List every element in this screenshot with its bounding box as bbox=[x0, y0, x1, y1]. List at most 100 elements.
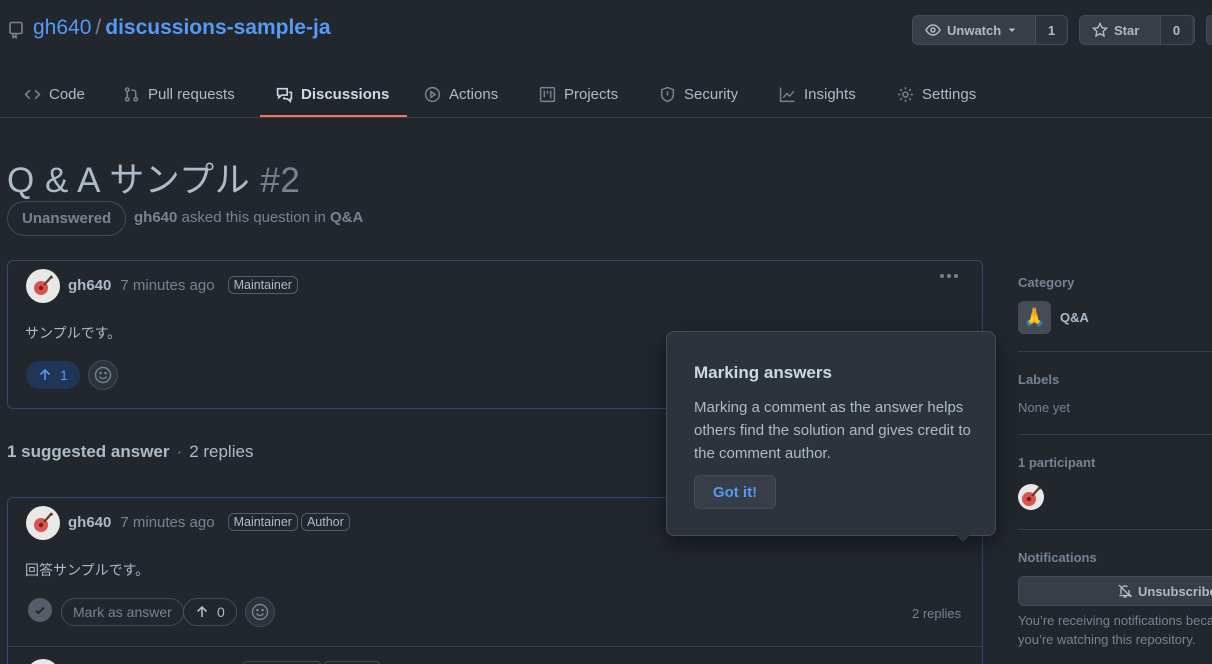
comment-discussion-icon bbox=[276, 87, 293, 103]
discussion-category-link[interactable]: Q&A bbox=[330, 209, 363, 226]
more-options-icon[interactable] bbox=[940, 274, 958, 278]
upvote-button[interactable]: 0 bbox=[183, 598, 237, 626]
watch-count[interactable]: 1 bbox=[1035, 16, 1067, 44]
popover-caret bbox=[955, 534, 971, 542]
guitar-avatar-icon bbox=[34, 512, 53, 532]
code-icon bbox=[24, 89, 41, 99]
comment-timestamp[interactable]: 7 minutes ago bbox=[120, 514, 214, 531]
shield-icon bbox=[660, 86, 675, 102]
sidebar-divider bbox=[1018, 434, 1212, 435]
comment-body: 回答サンプルです。 bbox=[25, 562, 150, 578]
comment-author[interactable]: gh640 bbox=[68, 514, 111, 531]
tab-label: Actions bbox=[449, 85, 499, 103]
add-reaction-button[interactable] bbox=[245, 597, 275, 627]
upvote-count: 1 bbox=[60, 367, 68, 383]
comment-timestamp[interactable]: 7 minutes ago bbox=[120, 277, 214, 294]
category-heading: Category bbox=[1018, 275, 1075, 290]
eye-icon bbox=[925, 24, 941, 36]
tab-label: Security bbox=[684, 85, 739, 103]
arrow-up-icon bbox=[196, 605, 208, 617]
labels-heading: Labels bbox=[1018, 372, 1060, 387]
unwatch-label: Unwatch bbox=[947, 22, 1002, 38]
asked-text: asked this question in bbox=[181, 209, 326, 226]
tab-settings[interactable]: Settings bbox=[897, 70, 976, 118]
maintainer-label: Maintainer bbox=[227, 513, 298, 531]
sidebar-divider bbox=[1018, 529, 1212, 530]
discussion-number: #2 bbox=[260, 161, 301, 200]
participants-heading: 1 participant bbox=[1018, 455, 1096, 470]
tab-label: Settings bbox=[922, 85, 977, 103]
replies-count: 2 replies bbox=[189, 442, 254, 461]
star-label: Star bbox=[1114, 22, 1140, 38]
tab-insights[interactable]: Insights bbox=[779, 70, 856, 118]
got-it-button[interactable]: Got it! bbox=[694, 475, 776, 509]
unsubscribe-label: Unsubscribe bbox=[1138, 583, 1212, 599]
avatar[interactable] bbox=[26, 269, 60, 303]
reply-avatar[interactable] bbox=[26, 659, 60, 664]
replies-link[interactable]: 2 replies bbox=[912, 606, 961, 621]
gear-icon bbox=[898, 86, 913, 102]
status-badge: Unanswered bbox=[7, 201, 127, 236]
mark-as-answer-button[interactable]: Mark as answer bbox=[61, 598, 184, 626]
labels-value: None yet bbox=[1018, 400, 1071, 415]
tab-label: Projects bbox=[564, 85, 619, 103]
guitar-avatar-icon bbox=[1022, 486, 1041, 506]
comment-body: サンプルです。 bbox=[25, 325, 122, 341]
tab-projects[interactable]: Projects bbox=[539, 70, 618, 118]
repo-name-link[interactable]: discussions-sample-ja bbox=[105, 16, 330, 39]
discussion-title: Q & A サンプル bbox=[7, 161, 251, 200]
maintainer-label: Maintainer bbox=[227, 276, 298, 294]
add-reaction-button[interactable] bbox=[88, 360, 118, 390]
pray-icon: 🙏 bbox=[1018, 301, 1051, 334]
author-label: Author bbox=[300, 513, 350, 531]
play-icon bbox=[424, 86, 441, 102]
popover-title: Marking answers bbox=[694, 363, 832, 382]
graph-icon bbox=[779, 87, 795, 102]
tab-code[interactable]: Code bbox=[24, 70, 85, 118]
answers-summary: 1 suggested answer · 2 replies bbox=[7, 442, 254, 461]
repo-icon bbox=[9, 21, 23, 39]
discussion-author-link[interactable]: gh640 bbox=[134, 209, 177, 226]
upvote-button[interactable]: 1 bbox=[26, 361, 80, 389]
upvote-count: 0 bbox=[217, 604, 225, 620]
repo-nav-tabs: Code Pull requests Discussions Actions P… bbox=[0, 70, 1212, 118]
tab-label: Pull requests bbox=[148, 85, 235, 103]
arrow-up-icon bbox=[39, 368, 51, 380]
tab-actions[interactable]: Actions bbox=[424, 70, 498, 118]
notification-note: You’re receiving notifications because y… bbox=[1018, 613, 1212, 647]
repo-breadcrumb: gh640/discussions-sample-ja bbox=[33, 16, 331, 40]
marking-answers-popover: Marking answers Marking a comment as the… bbox=[666, 331, 996, 536]
fork-button[interactable] bbox=[1206, 15, 1212, 45]
triangle-down-icon bbox=[1008, 28, 1016, 32]
avatar[interactable] bbox=[26, 506, 60, 540]
suggested-answer-count: 1 suggested answer bbox=[7, 442, 170, 461]
guitar-avatar-icon bbox=[34, 275, 53, 295]
popover-body: Marking a comment as the answer helps ot… bbox=[694, 399, 971, 462]
tab-label: Code bbox=[49, 85, 85, 103]
discussion-meta: gh640 asked this question in Q&A bbox=[134, 209, 363, 226]
tab-security[interactable]: Security bbox=[659, 70, 738, 118]
bell-slash-icon bbox=[1118, 584, 1133, 598]
smiley-icon bbox=[251, 603, 269, 621]
active-tab-underline bbox=[260, 115, 407, 117]
star-count[interactable]: 0 bbox=[1160, 16, 1192, 44]
tab-label: Discussions bbox=[301, 85, 390, 103]
smiley-icon bbox=[94, 366, 112, 384]
page-title: Q & A サンプル #2 bbox=[7, 152, 300, 203]
mark-answer-check-icon[interactable] bbox=[28, 598, 52, 622]
star-button[interactable]: Star 0 bbox=[1079, 15, 1195, 45]
category-name[interactable]: Q&A bbox=[1060, 310, 1089, 325]
unwatch-button[interactable]: Unwatch 1 bbox=[912, 15, 1068, 45]
notifications-heading: Notifications bbox=[1018, 550, 1097, 565]
mark-as-answer-label: Mark as answer bbox=[73, 604, 172, 620]
unsubscribe-button[interactable]: Unsubscribe bbox=[1018, 576, 1212, 606]
sidebar-divider bbox=[1018, 351, 1212, 352]
comment-author[interactable]: gh640 bbox=[68, 277, 111, 294]
repo-owner-link[interactable]: gh640 bbox=[33, 16, 91, 39]
participant-avatar[interactable] bbox=[1018, 484, 1044, 510]
git-pull-request-icon bbox=[124, 86, 139, 102]
tab-discussions[interactable]: Discussions bbox=[276, 70, 389, 118]
project-icon bbox=[539, 86, 556, 102]
tab-pull-requests[interactable]: Pull requests bbox=[123, 70, 235, 118]
reply-divider bbox=[8, 646, 982, 647]
